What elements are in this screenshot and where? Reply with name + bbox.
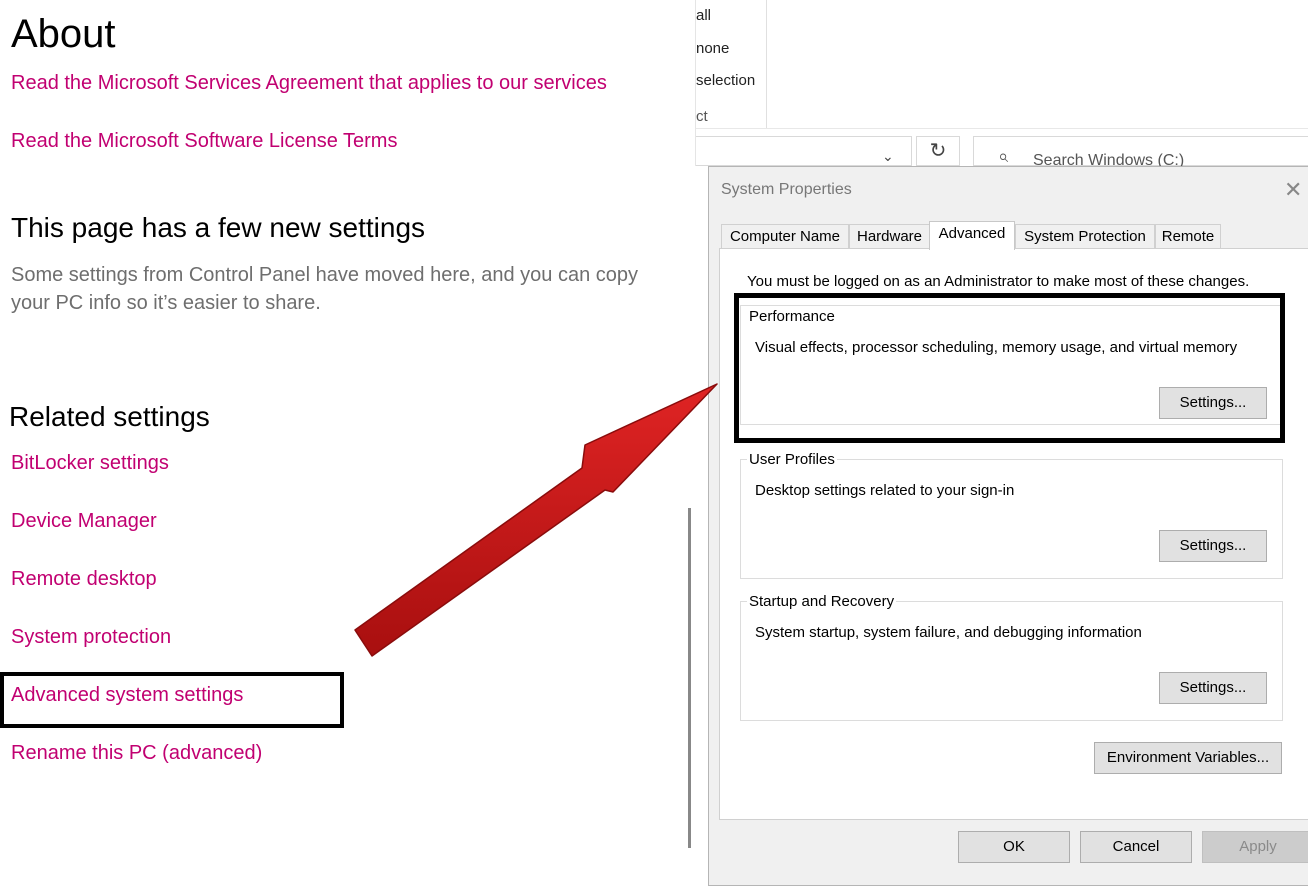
- settings-about-page: About Read the Microsoft Services Agreem…: [0, 0, 695, 872]
- system-protection-link[interactable]: System protection: [11, 626, 171, 649]
- page-title: About: [11, 12, 116, 56]
- search-icon: ⌕: [998, 146, 1009, 166]
- chevron-down-icon[interactable]: ⌄: [882, 148, 894, 165]
- close-icon[interactable]: ✕: [1284, 177, 1302, 203]
- ok-button[interactable]: OK: [958, 831, 1070, 863]
- ribbon-bottom-border: [696, 128, 1308, 129]
- tab-computer-name[interactable]: Computer Name: [721, 224, 849, 249]
- cancel-button[interactable]: Cancel: [1080, 831, 1192, 863]
- remote-desktop-link[interactable]: Remote desktop: [11, 568, 157, 591]
- system-properties-dialog: System Properties ✕ Computer Name Hardwa…: [708, 166, 1308, 886]
- new-settings-heading: This page has a few new settings: [11, 212, 426, 243]
- tab-hardware[interactable]: Hardware: [849, 224, 930, 249]
- scrollbar[interactable]: [688, 508, 691, 848]
- startup-recovery-settings-button[interactable]: Settings...: [1159, 672, 1267, 704]
- user-profiles-settings-button[interactable]: Settings...: [1159, 530, 1267, 562]
- ribbon-select-label: ct: [696, 108, 708, 125]
- tab-remote[interactable]: Remote: [1155, 224, 1221, 249]
- related-settings-heading: Related settings: [9, 401, 210, 432]
- license-terms-link[interactable]: Read the Microsoft Software License Term…: [11, 130, 397, 153]
- advanced-settings-highlight-box: [0, 672, 344, 728]
- new-settings-description: Some settings from Control Panel have mo…: [11, 264, 639, 314]
- file-explorer-background: all none selection ct ⌄ ↻ ⌕ Search Windo…: [695, 0, 1308, 169]
- ribbon-divider: [766, 0, 767, 128]
- services-agreement-link[interactable]: Read the Microsoft Services Agreement th…: [11, 72, 607, 95]
- startup-recovery-description: System startup, system failure, and debu…: [755, 624, 1142, 641]
- environment-variables-button[interactable]: Environment Variables...: [1094, 742, 1282, 774]
- apply-button[interactable]: Apply: [1202, 831, 1308, 863]
- user-profiles-group-title: User Profiles: [747, 451, 837, 468]
- dialog-title: System Properties: [721, 181, 852, 198]
- performance-highlight-box: [734, 293, 1285, 443]
- ribbon-select-all[interactable]: all: [696, 7, 711, 24]
- rename-pc-link[interactable]: Rename this PC (advanced): [11, 742, 262, 765]
- startup-recovery-group-title: Startup and Recovery: [747, 593, 897, 610]
- user-profiles-description: Desktop settings related to your sign-in: [755, 482, 1015, 499]
- refresh-icon[interactable]: ↻: [916, 136, 960, 166]
- address-bar[interactable]: [696, 136, 912, 166]
- ribbon-invert-selection[interactable]: selection: [696, 72, 755, 89]
- device-manager-link[interactable]: Device Manager: [11, 510, 157, 533]
- tab-system-protection[interactable]: System Protection: [1015, 224, 1155, 249]
- admin-notice: You must be logged on as an Administrato…: [747, 273, 1250, 290]
- tab-advanced[interactable]: Advanced: [929, 221, 1015, 250]
- bitlocker-settings-link[interactable]: BitLocker settings: [11, 452, 169, 475]
- ribbon-select-none[interactable]: none: [696, 40, 729, 57]
